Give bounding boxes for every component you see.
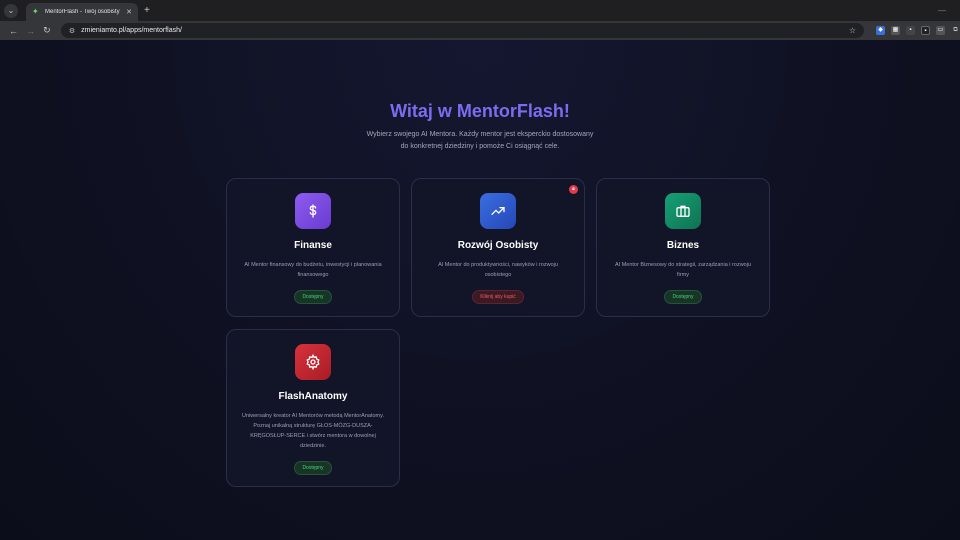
window-minimize-icon[interactable]: —	[938, 6, 946, 15]
extension-window-icon[interactable]: ▭	[936, 26, 945, 35]
briefcase-icon	[665, 193, 701, 229]
browser-tabbar: ⌄ ✦ MentorFlash - Twój osobisty m ✕ + —	[0, 0, 960, 21]
extension-grid-icon[interactable]: ▦	[891, 26, 900, 35]
status-badge: Dostępny	[664, 290, 702, 304]
page-content: Witaj w MentorFlash! Wybierz swojego AI …	[0, 40, 960, 540]
extensions-puzzle-icon[interactable]: ⧉	[951, 26, 960, 35]
extension-box-icon[interactable]: ▪	[906, 26, 915, 35]
reload-icon[interactable]: ↻	[43, 25, 51, 36]
extension-dark-icon[interactable]: ▪	[921, 26, 930, 35]
url-text[interactable]: zmieniamto.pl/apps/mentorflash/	[81, 27, 182, 34]
tab-close-icon[interactable]: ✕	[126, 8, 132, 16]
gear-icon	[295, 344, 331, 380]
mentor-card-biznes[interactable]: Biznes AI Mentor Biznesowy do strategii,…	[596, 178, 770, 317]
browser-toolbar: ← → ↻ ⚙ zmieniamto.pl/apps/mentorflash/ …	[0, 21, 960, 40]
card-description: AI Mentor finansowy do budżetu, inwestyc…	[244, 262, 382, 278]
address-bar[interactable]: ⚙ zmieniamto.pl/apps/mentorflash/ ☆	[60, 23, 864, 38]
page-subtitle: Wybierz swojego AI Mentora. Każdy mentor…	[350, 129, 610, 153]
status-badge: Dostępny	[294, 461, 332, 475]
subtitle-line-1: Wybierz swojego AI Mentora. Każdy mentor…	[366, 131, 594, 138]
card-description: AI Mentor Biznesowy do strategii, zarząd…	[614, 262, 752, 278]
card-title: Finanse	[294, 240, 332, 251]
card-title: FlashAnatomy	[278, 391, 348, 402]
status-badge: Dostępny	[294, 290, 332, 304]
mentor-card-flashanatomy[interactable]: FlashAnatomy Uniwersalny kreator AI Ment…	[226, 329, 400, 487]
card-description: AI Mentor do produktywności, nawyków i r…	[438, 262, 558, 278]
back-icon[interactable]: ←	[9, 26, 18, 36]
mentor-card-rozwoj-osobisty[interactable]: 🔒︎ Rozwój Osobisty AI Mentor do produkty…	[411, 178, 585, 317]
buy-badge[interactable]: Kliknij aby kupić	[472, 290, 524, 304]
site-info-icon[interactable]: ⚙	[69, 27, 75, 35]
new-tab-icon[interactable]: +	[144, 5, 150, 16]
browser-tab[interactable]: ✦ MentorFlash - Twój osobisty m ✕	[26, 3, 138, 21]
extensions-row: ◆ ▦ ▪ ▪ ▭ ⧉	[876, 26, 960, 35]
subtitle-line-2: do konkretnej dziedziny i pomoże Ci osią…	[400, 143, 560, 150]
tab-search-icon[interactable]: ⌄	[4, 3, 18, 18]
mentor-card-finanse[interactable]: Finanse AI Mentor finansowy do budżetu, …	[226, 178, 400, 317]
trending-up-icon	[480, 193, 516, 229]
tab-title: MentorFlash - Twój osobisty m	[45, 9, 122, 15]
extension-shield-icon[interactable]: ◆	[876, 26, 885, 35]
card-description: Uniwersalny kreator AI Mentorów metodą M…	[241, 413, 385, 449]
dollar-icon	[295, 193, 331, 229]
forward-icon[interactable]: →	[26, 26, 35, 36]
bookmark-star-icon[interactable]: ☆	[849, 26, 856, 35]
favicon-icon: ✦	[32, 7, 39, 16]
page-title: Witaj w MentorFlash!	[390, 101, 570, 121]
card-title: Biznes	[666, 240, 700, 251]
card-title: Rozwój Osobisty	[457, 240, 539, 251]
lock-icon: 🔒︎	[569, 185, 578, 194]
